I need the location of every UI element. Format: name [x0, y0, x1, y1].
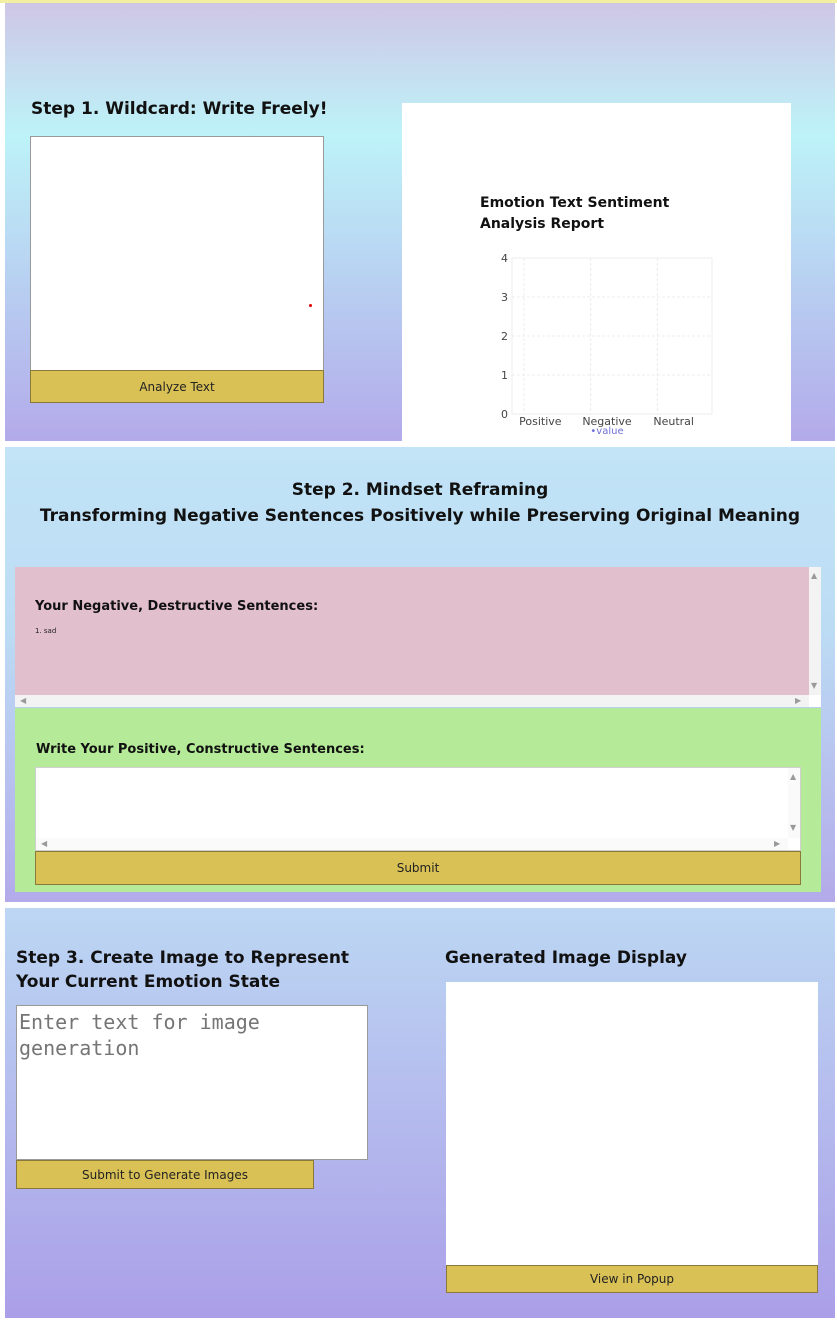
positive-vertical-scrollbar[interactable]: ▲ ▼ [788, 768, 800, 838]
positive-horizontal-scrollbar[interactable]: ◀ ▶ [36, 838, 788, 850]
step2-panel: Step 2. Mindset Reframing Transforming N… [5, 447, 835, 902]
negative-item: 1. sad [35, 627, 57, 635]
step3-title-line1: Step 3. Create Image to Represent [16, 948, 350, 968]
step3-panel: Step 3. Create Image to Represent Your C… [5, 908, 835, 1318]
y-tick-label: 1 [501, 369, 508, 382]
step3-title-line2: Your Current Emotion State [16, 972, 281, 992]
step2-title: Step 2. Mindset Reframing Transforming N… [5, 477, 835, 529]
step2-title-line2: Transforming Negative Sentences Positive… [39, 506, 801, 526]
scroll-left-icon[interactable]: ◀ [41, 840, 47, 848]
y-tick-label: 0 [501, 408, 508, 421]
text-cursor [309, 304, 312, 307]
chart-legend-item: •value [590, 426, 623, 437]
negative-vertical-scrollbar[interactable]: ▲ ▼ [809, 567, 821, 695]
scroll-up-icon[interactable]: ▲ [811, 572, 817, 580]
positive-sentences-area: Write Your Positive, Constructive Senten… [15, 708, 821, 892]
scroll-right-icon[interactable]: ▶ [774, 840, 780, 848]
view-in-popup-button[interactable]: View in Popup [446, 1265, 818, 1293]
scroll-down-icon[interactable]: ▼ [790, 824, 796, 832]
negative-heading: Your Negative, Destructive Sentences: [35, 599, 319, 614]
step3-title: Step 3. Create Image to Represent Your C… [16, 946, 349, 994]
negative-sentences-area: Your Negative, Destructive Sentences: 1.… [15, 567, 809, 695]
x-tick-label: Neutral [653, 415, 694, 428]
step2-title-line1: Step 2. Mindset Reframing [291, 480, 549, 500]
sentiment-report-card: Emotion Text Sentiment Analysis Report 0… [402, 103, 791, 441]
scroll-right-icon[interactable]: ▶ [795, 697, 801, 705]
sentiment-chart: 01234Positive Negative Neutral•value [501, 252, 713, 437]
generate-images-button[interactable]: Submit to Generate Images [16, 1160, 314, 1189]
negative-horizontal-scrollbar[interactable]: ◀ ▶ [15, 695, 809, 707]
scroll-up-icon[interactable]: ▲ [790, 773, 796, 781]
scroll-down-icon[interactable]: ▼ [811, 682, 817, 690]
generated-display-title: Generated Image Display [445, 948, 687, 968]
image-prompt-textarea[interactable] [16, 1005, 368, 1160]
scroll-left-icon[interactable]: ◀ [20, 697, 26, 705]
y-tick-label: 4 [501, 252, 508, 265]
positive-heading: Write Your Positive, Constructive Senten… [36, 742, 365, 757]
y-tick-label: 2 [501, 330, 508, 343]
y-tick-label: 3 [501, 291, 508, 304]
analyze-text-button[interactable]: Analyze Text [30, 370, 324, 403]
step1-title: Step 1. Wildcard: Write Freely! [31, 99, 328, 119]
generated-image-display [446, 982, 818, 1265]
positive-sentences-textarea[interactable]: ▲ ▼ ◀ ▶ [35, 767, 801, 851]
submit-button[interactable]: Submit [35, 851, 801, 885]
x-tick-label: Positive [519, 415, 562, 428]
step1-panel: Step 1. Wildcard: Write Freely! Analyze … [5, 3, 835, 441]
negative-sentences-box[interactable]: Your Negative, Destructive Sentences: 1.… [15, 567, 821, 707]
wildcard-textarea[interactable] [30, 136, 324, 371]
